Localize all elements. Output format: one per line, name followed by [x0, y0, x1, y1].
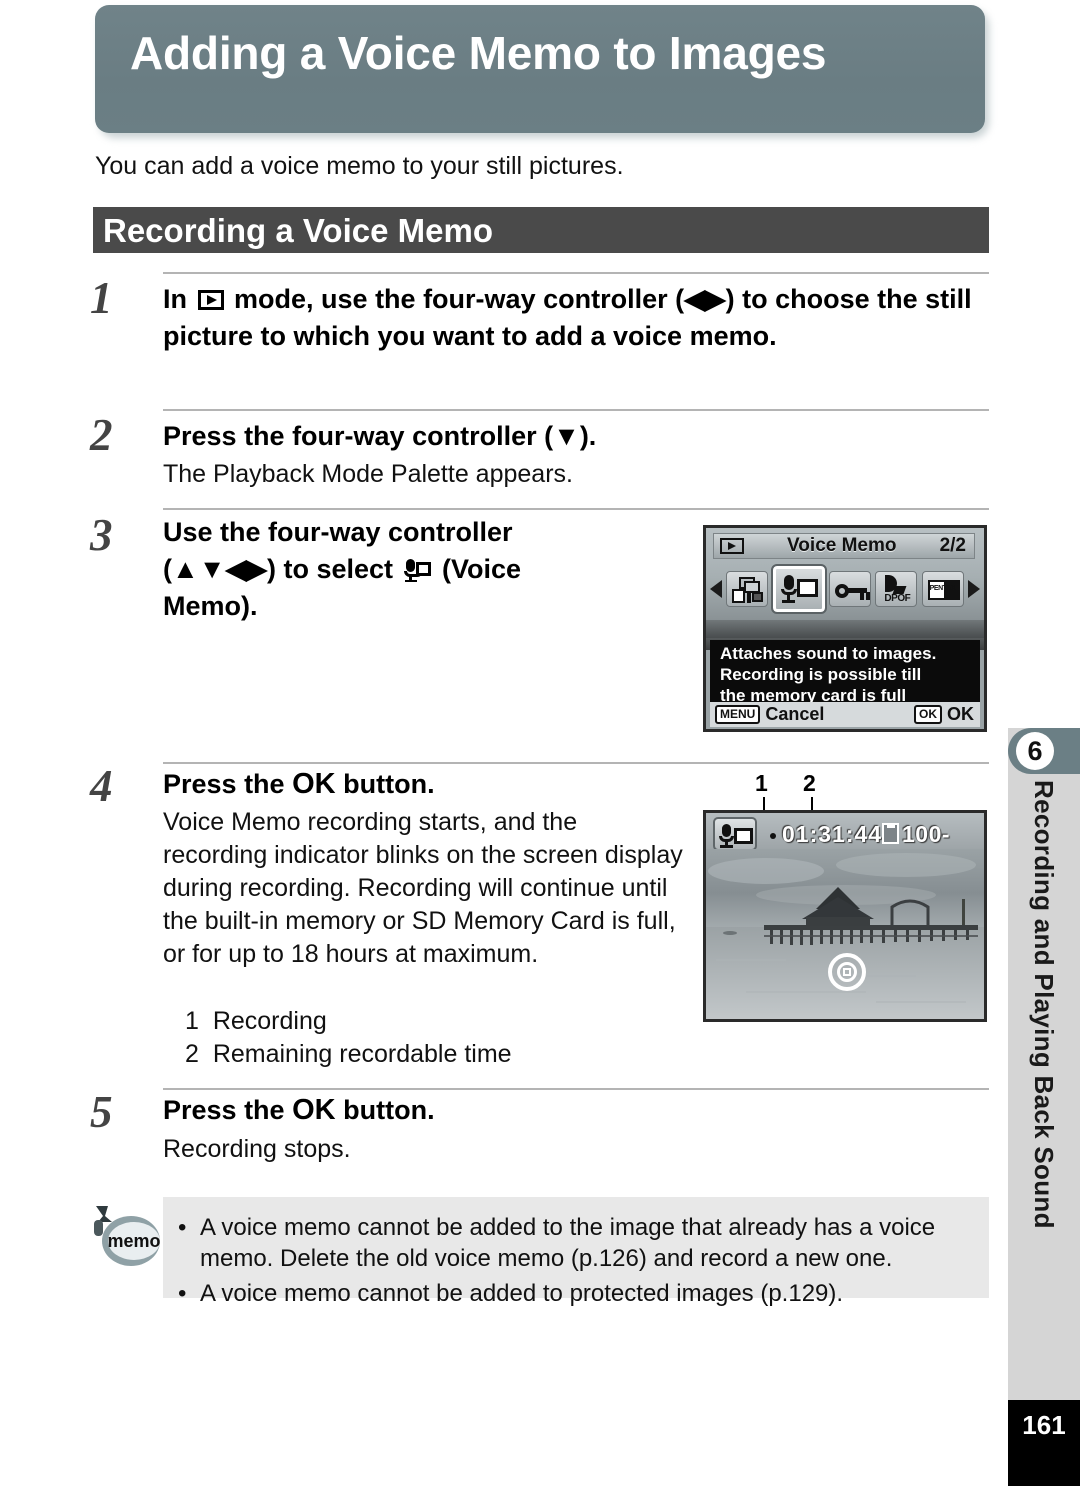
- step-2-body: The Playback Mode Palette appears.: [163, 460, 573, 488]
- menu-button-label: Cancel: [765, 704, 825, 724]
- file-folder-icon: [882, 823, 899, 844]
- step-4-body: Voice Memo recording starts, and the rec…: [163, 808, 683, 968]
- memo-icon: memo: [88, 1202, 164, 1276]
- palette-item-voice-memo-selected[interactable]: [770, 564, 827, 614]
- memo-note-list: • A voice memo cannot be added to the im…: [178, 1200, 978, 1309]
- step-1-rule: [163, 272, 989, 274]
- playback-mode-icon: [197, 290, 224, 310]
- step-3-number: 3: [90, 510, 113, 560]
- step-5-number: 5: [90, 1087, 113, 1137]
- step-5-heading: Press the OK button.: [163, 1092, 663, 1129]
- palette-item-dpof[interactable]: DPOF: [875, 571, 918, 607]
- camera-screen-palette: Voice Memo 2/2 DPOF PENTAX Attaches soun…: [703, 525, 987, 732]
- step-2-heading: Press the four-way controller (▼).: [163, 421, 597, 451]
- callout-label-2: 2: [803, 770, 816, 796]
- chapter-number: 6: [1016, 732, 1054, 770]
- palette-description: Attaches sound to images. Recording is p…: [710, 640, 980, 705]
- step-1-text-b: mode, use the four-way controller (: [234, 284, 685, 314]
- palette-page-count: 2/2: [939, 535, 966, 556]
- pentax-label: PENTAX: [929, 585, 956, 592]
- memo-item-2: A voice memo cannot be added to protecte…: [200, 1280, 844, 1307]
- step-4-legend-1: 1 Recording: [185, 1005, 705, 1038]
- step-5-rule: [163, 1088, 989, 1090]
- palette-item-protect[interactable]: [828, 571, 871, 607]
- step-3-rule: [163, 508, 989, 510]
- recording-indicator-dot: [770, 833, 776, 839]
- step-1-number: 1: [90, 273, 113, 323]
- dpof-label: DPOF: [884, 593, 911, 604]
- memo-bullet-1: •: [178, 1214, 187, 1241]
- step-5-body: Recording stops.: [163, 1135, 351, 1163]
- ok-button-glyph-2: OK: [292, 1094, 336, 1126]
- voice-memo-icon: [403, 558, 432, 582]
- recording-time: 01:31:44: [782, 821, 883, 847]
- palette-title: Voice Memo: [787, 535, 897, 556]
- step-4-legend-2: 2 Remaining recordable time: [185, 1038, 705, 1071]
- legend-2-label: Remaining recordable time: [212, 1040, 512, 1068]
- palette-description-line-1: Attaches sound to images.: [720, 644, 937, 663]
- chapter-label-text: Recording and Playing Back Sound: [1029, 780, 1059, 1229]
- photo-pier-scene: [706, 849, 984, 1019]
- palette-item-slideshow[interactable]: PENTAX: [921, 571, 964, 607]
- legend-1-label: Recording: [212, 1007, 327, 1035]
- step-4-text-a: Press the: [163, 769, 285, 799]
- step-4-rule: [163, 762, 989, 764]
- legend-2-number: 2: [185, 1040, 199, 1068]
- palette-title-bar: Voice Memo 2/2: [713, 533, 975, 559]
- palette-button-bar: MENU Cancel OK OK: [710, 702, 980, 727]
- intro-text: You can add a voice memo to your still p…: [95, 152, 624, 180]
- palette-item-image-copy[interactable]: [726, 571, 769, 607]
- ok-button-glyph: OK: [292, 768, 336, 800]
- page-number: 161: [1022, 1410, 1066, 1440]
- step-4-text-b: button.: [343, 769, 435, 799]
- memo-bullet-2: •: [178, 1280, 187, 1307]
- camera-screen-recording: 01:31:44 100-0038: [703, 810, 987, 1022]
- step-2-rule: [163, 409, 989, 411]
- step-3-heading: Use the four-way controller (▲▼◀▶) to se…: [163, 514, 613, 625]
- step-1-arrows: ◀▶: [684, 284, 726, 314]
- page-title: Adding a Voice Memo to Images: [130, 27, 827, 79]
- palette-prev-arrow-icon[interactable]: [710, 580, 722, 598]
- section-title: Recording a Voice Memo: [103, 212, 493, 249]
- section-header-bar: Recording a Voice Memo: [93, 207, 989, 253]
- page-number-box: 161: [1008, 1400, 1080, 1486]
- step-5-text-a: Press the: [163, 1095, 285, 1125]
- step-1-heading: In mode, use the four-way controller (◀▶…: [163, 281, 993, 355]
- palette-icon-row: DPOF PENTAX: [710, 564, 980, 614]
- playback-mode-icon-small: [720, 538, 744, 554]
- stop-recording-button-square: [843, 968, 851, 976]
- ok-button-label: OK: [947, 704, 974, 724]
- menu-button-chip[interactable]: MENU: [715, 705, 761, 724]
- step-1-text-a: In: [163, 284, 187, 314]
- palette-next-arrow-icon[interactable]: [967, 580, 980, 598]
- legend-1-number: 1: [185, 1007, 199, 1035]
- step-4-heading: Press the OK button.: [163, 766, 663, 803]
- recording-voice-memo-icon: [713, 817, 757, 851]
- callout-label-1: 1: [755, 770, 768, 796]
- side-column-top-spacer: [1008, 0, 1080, 728]
- step-5-text-b: button.: [343, 1095, 435, 1125]
- step-4-number: 4: [90, 761, 113, 811]
- palette-description-line-2: Recording is possible till: [720, 665, 922, 684]
- chapter-label: Recording and Playing Back Sound: [1008, 780, 1080, 1340]
- ok-button-chip[interactable]: OK: [914, 705, 942, 724]
- memo-item-1: A voice memo cannot be added to the imag…: [200, 1214, 936, 1272]
- step-2-number: 2: [90, 410, 113, 460]
- memo-icon-label: memo: [108, 1222, 161, 1260]
